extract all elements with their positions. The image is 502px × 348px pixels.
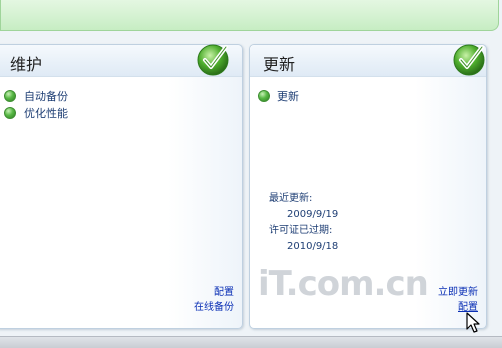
bottom-bar [0, 336, 502, 348]
item-label: 更新 [277, 90, 299, 103]
mouse-pointer-icon [466, 312, 480, 333]
license-expiry-date: 2010/9/18 [287, 241, 339, 252]
check-badge-icon [453, 44, 485, 76]
online-backup-link[interactable]: 在线备份 [194, 300, 234, 315]
configure-link[interactable]: 配置 [194, 285, 234, 300]
update-info: 最近更新: 2009/9/19 许可证已过期: 2010/9/18 [269, 191, 338, 255]
maintenance-panel: 维护 自动备份 优化性能 配置 在线备份 [0, 44, 243, 329]
maintenance-title: 维护 [10, 55, 43, 74]
last-update-label: 最近更新: [269, 193, 313, 204]
last-update-date: 2009/9/19 [287, 209, 339, 220]
item-label: 优化性能 [24, 107, 68, 120]
maintenance-links: 配置 在线备份 [194, 285, 234, 315]
update-links: 立即更新 配置 [438, 285, 478, 315]
check-badge-icon [197, 44, 229, 76]
update-title: 更新 [263, 55, 296, 74]
status-ok-icon [258, 90, 270, 102]
status-ok-icon [4, 107, 16, 119]
license-expired-label: 许可证已过期: [269, 225, 333, 236]
site-watermark: iT.com.cn [258, 264, 429, 304]
item-label: 自动备份 [24, 90, 68, 103]
update-now-link[interactable]: 立即更新 [438, 285, 478, 300]
status-ok-icon [4, 90, 16, 102]
top-status-banner [0, 0, 499, 31]
